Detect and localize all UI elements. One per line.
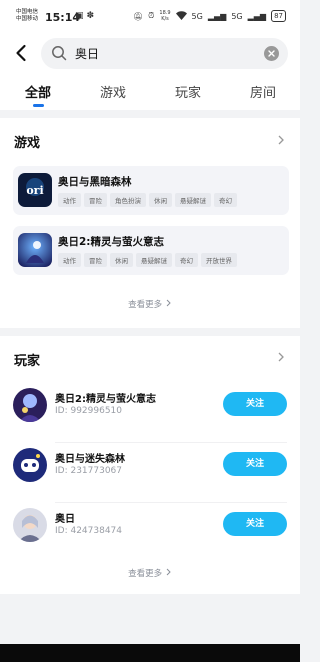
search-box[interactable] [41, 38, 288, 69]
tab-players[interactable]: 玩家 [175, 82, 201, 101]
games-see-more-link[interactable]: 查看更多 [0, 298, 300, 310]
carrier-1: 中国电信 [16, 9, 39, 15]
search-header: 全部 游戏 玩家 房间 [0, 34, 300, 110]
player-name: 奥日与迷失森林 [55, 454, 125, 465]
signal-2-label: 5G [231, 11, 243, 21]
status-bar: 中国电信 中国移动 15:14 ▣✽ 🔕︎ ⏰︎ 18.9 K/s 5G ▂▄▆… [0, 0, 300, 34]
game-tag: 悬疑解谜 [136, 253, 172, 267]
players-section-title: 玩家 [14, 354, 41, 369]
tab-games[interactable]: 游戏 [100, 82, 126, 101]
players-section: 玩家 奥日2:精灵与萤火意志 ID: 992996510 关注 奥日与迷失森林 … [0, 336, 300, 594]
signal-bars-icon: ▂▄▆ [207, 11, 227, 21]
game-tags: 动作 冒险 休闲 悬疑解谜 奇幻 开放世界 [58, 253, 237, 267]
game-tag: 休闲 [149, 193, 172, 207]
svg-text:ori: ori [26, 184, 43, 197]
game-item[interactable]: ori 奥日与黑暗森林 动作 冒险 角色扮演 休闲 悬疑解谜 奇幻 [13, 166, 289, 215]
game-tag: 冒险 [84, 253, 107, 267]
system-navigation-bar [0, 644, 300, 662]
game-tag: 冒险 [84, 193, 107, 207]
chevron-right-icon[interactable] [276, 135, 286, 145]
players-see-more-link[interactable]: 查看更多 [0, 567, 300, 579]
close-icon [268, 50, 275, 57]
game-name: 奥日2:精灵与萤火意志 [58, 236, 165, 248]
signal-1-label: 5G [191, 11, 203, 21]
player-item[interactable]: 奥日与迷失森林 ID: 231773067 关注 [0, 440, 300, 498]
chevron-right-icon [166, 568, 171, 576]
game-tag: 休闲 [110, 253, 133, 267]
search-input[interactable] [75, 44, 255, 63]
pinwheel-icon: ✽ [86, 11, 98, 21]
follow-button[interactable]: 关注 [223, 452, 287, 476]
game-item[interactable]: 奥日2:精灵与萤火意志 动作 冒险 休闲 悬疑解谜 奇幻 开放世界 [13, 226, 289, 275]
system-indicators: 🔕︎ ⏰︎ 18.9 K/s 5G ▂▄▆ 5G ▂▄▆ 87 [133, 10, 286, 22]
player-item[interactable]: 奥日2:精灵与萤火意志 ID: 992996510 关注 [0, 380, 300, 438]
avatar [13, 388, 47, 422]
chevron-right-icon [166, 299, 171, 307]
carrier-2: 中国移动 [16, 16, 39, 22]
game-tag: 悬疑解谜 [175, 193, 211, 207]
game-tag: 角色扮演 [110, 193, 146, 207]
game-tag: 奇幻 [214, 193, 237, 207]
net-speed: 18.9 K/s [159, 10, 171, 22]
game-tag: 动作 [58, 193, 81, 207]
result-tabs: 全部 游戏 玩家 房间 [0, 82, 300, 110]
game-tag: 奇幻 [175, 253, 198, 267]
chevron-right-icon[interactable] [276, 352, 286, 362]
tab-rooms[interactable]: 房间 [250, 82, 276, 101]
avatar [13, 448, 47, 482]
games-section: 游戏 ori 奥日与黑暗森林 动作 冒险 角色扮演 休闲 悬疑解谜 奇幻 奥日2… [0, 118, 300, 328]
search-icon [52, 46, 67, 61]
back-arrow-icon [16, 44, 26, 62]
clear-search-button[interactable] [264, 46, 279, 61]
player-id: ID: 231773067 [55, 466, 123, 476]
signal-bars-icon: ▂▄▆ [247, 11, 267, 21]
follow-button[interactable]: 关注 [223, 512, 287, 536]
game-tag: 动作 [58, 253, 81, 267]
tab-all[interactable]: 全部 [25, 82, 51, 101]
game-icon-ori-will-of-wisps [18, 233, 52, 267]
games-section-title: 游戏 [14, 136, 41, 151]
player-item[interactable]: 奥日 ID: 424738474 关注 [0, 500, 300, 558]
alarm-icon: ⏰︎ [148, 11, 155, 20]
follow-button[interactable]: 关注 [223, 392, 287, 416]
active-tab-indicator [33, 104, 44, 107]
back-button[interactable] [12, 43, 32, 63]
battery-icon: 87 [271, 10, 286, 22]
game-tags: 动作 冒险 角色扮演 休闲 悬疑解谜 奇幻 [58, 193, 237, 207]
game-icon-ori-blind-forest: ori [18, 173, 52, 207]
notification-icons: ▣✽ [75, 11, 97, 21]
player-id: ID: 424738474 [55, 526, 123, 536]
player-name: 奥日 [55, 514, 75, 525]
player-id: ID: 992996510 [55, 406, 123, 416]
game-tag: 开放世界 [201, 253, 237, 267]
game-name: 奥日与黑暗森林 [58, 176, 132, 188]
app-notification-icon: ▣ [75, 11, 87, 21]
avatar [13, 508, 47, 542]
player-name: 奥日2:精灵与萤火意志 [55, 394, 156, 405]
mute-icon: 🔕︎ [133, 11, 144, 21]
carrier-labels: 中国电信 中国移动 [16, 9, 38, 23]
wifi-icon [175, 10, 187, 22]
